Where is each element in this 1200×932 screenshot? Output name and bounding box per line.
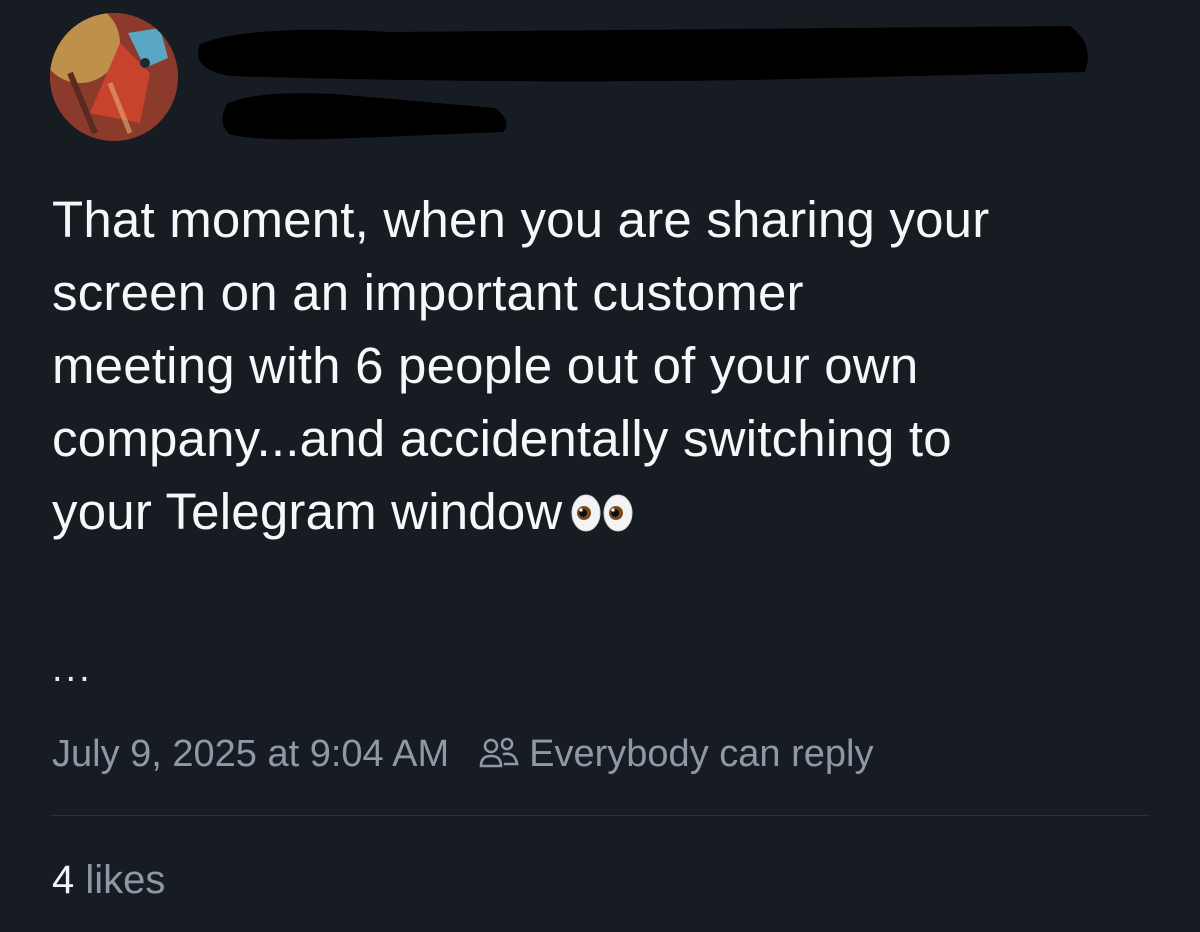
- post-text: That moment, when you are sharing your s…: [52, 183, 1162, 552]
- likes-count-link[interactable]: 4 likes: [52, 858, 165, 903]
- eyes-emoji-icon: [570, 479, 636, 552]
- avatar[interactable]: [50, 13, 178, 141]
- redacted-username: [222, 93, 507, 140]
- post-body-text: That moment, when you are sharing your s…: [52, 191, 990, 540]
- show-more-button[interactable]: ...: [52, 648, 93, 691]
- post-card: That moment, when you are sharing your s…: [0, 0, 1200, 932]
- likes-count: 4: [52, 858, 75, 902]
- redacted-display-name: [198, 26, 1088, 82]
- likes-label: likes: [85, 858, 166, 902]
- post-meta: July 9, 2025 at 9:04 AM Everybody can re…: [52, 728, 873, 780]
- post-timestamp[interactable]: July 9, 2025 at 9:04 AM: [52, 733, 449, 776]
- divider: [50, 815, 1150, 816]
- avatar-image: [50, 13, 178, 141]
- reply-setting[interactable]: Everybody can reply: [529, 733, 873, 776]
- people-icon: [477, 732, 521, 776]
